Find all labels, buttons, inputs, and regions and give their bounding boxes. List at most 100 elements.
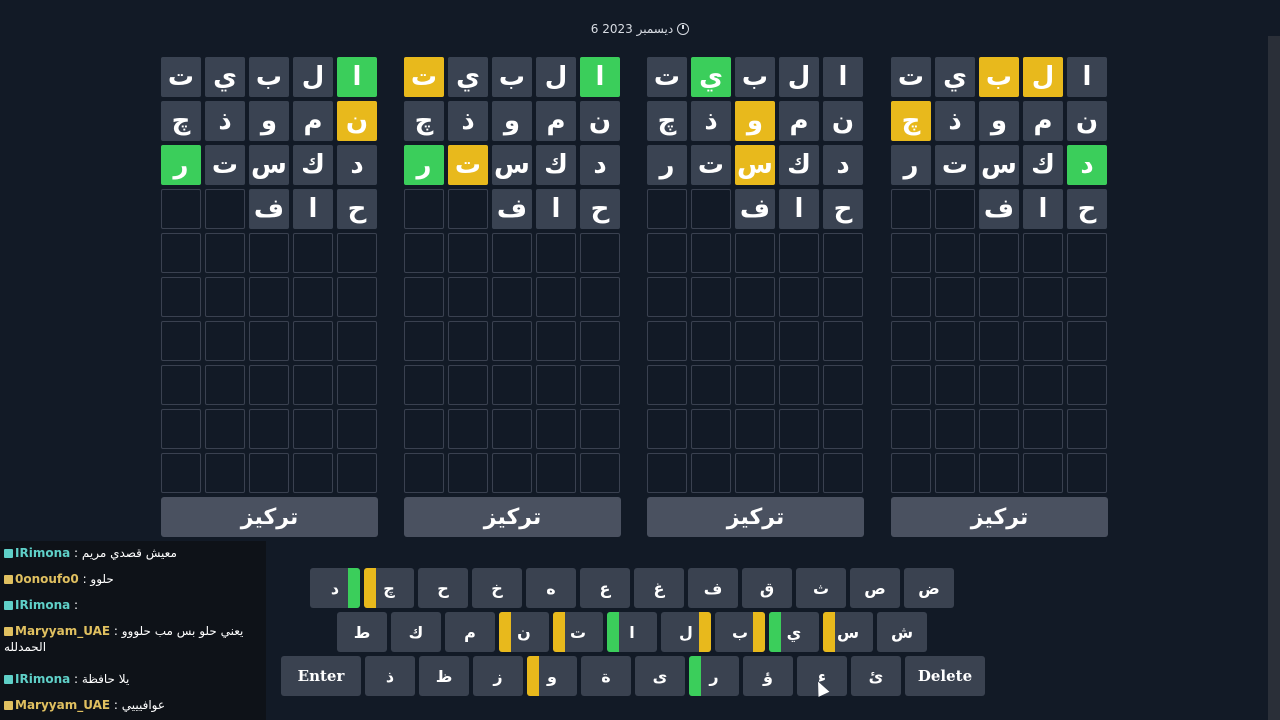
letter-tile xyxy=(979,233,1019,273)
letter-tile xyxy=(337,321,377,361)
key-چ[interactable]: چ xyxy=(364,568,414,608)
letter-tile: ل xyxy=(536,57,576,97)
chat-username[interactable]: Maryyam_UAE xyxy=(15,698,110,712)
key-ا[interactable]: ا xyxy=(607,612,657,652)
key-status-mark xyxy=(347,568,360,608)
chat-separator: : xyxy=(110,698,122,712)
key-د[interactable]: د xyxy=(310,568,360,608)
key-ر[interactable]: ر xyxy=(689,656,739,696)
letter-tile xyxy=(1067,321,1107,361)
focus-button-3[interactable]: تركيز xyxy=(647,497,864,537)
letter-tile: م xyxy=(536,101,576,141)
key-ل[interactable]: ل xyxy=(661,612,711,652)
focus-button-4[interactable]: تركيز xyxy=(891,497,1108,537)
chat-message: Maryyam_UAE : عوافيييي xyxy=(4,697,262,713)
key-ز[interactable]: ز xyxy=(473,656,523,696)
letter-tile: ح xyxy=(1067,189,1107,229)
key-ذ[interactable]: ذ xyxy=(365,656,415,696)
key-label: ص xyxy=(864,578,886,598)
focus-button-2[interactable]: تركيز xyxy=(404,497,621,537)
focus-button-1[interactable]: تركيز xyxy=(161,497,378,537)
letter-tile xyxy=(1023,233,1063,273)
chat-username[interactable]: IRimona xyxy=(15,598,70,612)
key-ه[interactable]: ه xyxy=(526,568,576,608)
key-ة[interactable]: ة xyxy=(581,656,631,696)
letter-tile xyxy=(1023,321,1063,361)
key-ت[interactable]: ت xyxy=(553,612,603,652)
letter-tile: چ xyxy=(647,101,687,141)
key-label: ط xyxy=(353,622,371,642)
letter-tile xyxy=(1067,365,1107,405)
chat-message: IRimona : معيش قصدي مريم xyxy=(4,545,262,561)
letter-tile: ك xyxy=(1023,145,1063,185)
letter-tile xyxy=(161,409,201,449)
enter-key[interactable]: Enter xyxy=(281,656,361,696)
key-label: ت xyxy=(569,622,587,642)
key-غ[interactable]: غ xyxy=(634,568,684,608)
key-ن[interactable]: ن xyxy=(499,612,549,652)
chat-username[interactable]: IRimona xyxy=(15,546,70,560)
letter-tile: ب xyxy=(735,57,775,97)
letter-tile xyxy=(580,409,620,449)
letter-tile: ي xyxy=(691,57,731,97)
key-ش[interactable]: ش xyxy=(877,612,927,652)
chat-username[interactable]: IRimona xyxy=(15,672,70,686)
letter-tile xyxy=(492,277,532,317)
chat-username[interactable]: Maryyam_UAE xyxy=(15,624,110,638)
letter-tile xyxy=(492,233,532,273)
letter-tile xyxy=(249,365,289,405)
key-label: ض xyxy=(918,578,940,598)
letter-tile xyxy=(161,233,201,273)
key-ق[interactable]: ق xyxy=(742,568,792,608)
key-ي[interactable]: ي xyxy=(769,612,819,652)
letter-tile xyxy=(647,365,687,405)
letter-tile xyxy=(536,321,576,361)
chat-message: Maryyam_UAE : يعني حلو بس مب حلووو الحمدل… xyxy=(4,623,262,655)
key-ط[interactable]: ط xyxy=(337,612,387,652)
key-ك[interactable]: ك xyxy=(391,612,441,652)
key-ى[interactable]: ى xyxy=(635,656,685,696)
key-ص[interactable]: ص xyxy=(850,568,900,608)
page-scrollbar[interactable] xyxy=(1268,36,1280,720)
letter-tile: ك xyxy=(779,145,819,185)
letter-tile: ذ xyxy=(448,101,488,141)
letter-tile xyxy=(1023,277,1063,317)
key-status-mark xyxy=(607,612,619,652)
key-ئ[interactable]: ئ xyxy=(851,656,901,696)
key-و[interactable]: و xyxy=(527,656,577,696)
key-ب[interactable]: ب xyxy=(715,612,765,652)
letter-tile: ل xyxy=(1023,57,1063,97)
letter-tile xyxy=(979,409,1019,449)
letter-tile: ا xyxy=(1067,57,1107,97)
letter-tile xyxy=(536,277,576,317)
key-label: ر xyxy=(709,666,719,686)
letter-tile xyxy=(691,233,731,273)
letter-tile xyxy=(404,189,444,229)
key-خ[interactable]: خ xyxy=(472,568,522,608)
delete-key[interactable]: Delete xyxy=(905,656,985,696)
key-ض[interactable]: ض xyxy=(904,568,954,608)
key-label: ه xyxy=(546,578,556,598)
letter-tile xyxy=(823,409,863,449)
key-ح[interactable]: ح xyxy=(418,568,468,608)
letter-tile: د xyxy=(823,145,863,185)
key-label: Enter xyxy=(297,667,345,685)
letter-tile: ب xyxy=(249,57,289,97)
key-ع[interactable]: ع xyxy=(580,568,630,608)
letter-tile xyxy=(293,277,333,317)
key-ف[interactable]: ف xyxy=(688,568,738,608)
key-ظ[interactable]: ظ xyxy=(419,656,469,696)
letter-tile xyxy=(404,233,444,273)
key-label: ح xyxy=(437,578,449,598)
letter-tile xyxy=(580,277,620,317)
key-س[interactable]: س xyxy=(823,612,873,652)
key-label: ب xyxy=(731,622,749,642)
key-ؤ[interactable]: ؤ xyxy=(743,656,793,696)
chat-username[interactable]: 0onoufo0 xyxy=(15,572,79,586)
key-م[interactable]: م xyxy=(445,612,495,652)
key-ث[interactable]: ث xyxy=(796,568,846,608)
letter-tile: و xyxy=(979,101,1019,141)
letter-tile: س xyxy=(492,145,532,185)
chat-separator: : xyxy=(78,572,91,586)
letter-tile: م xyxy=(1023,101,1063,141)
